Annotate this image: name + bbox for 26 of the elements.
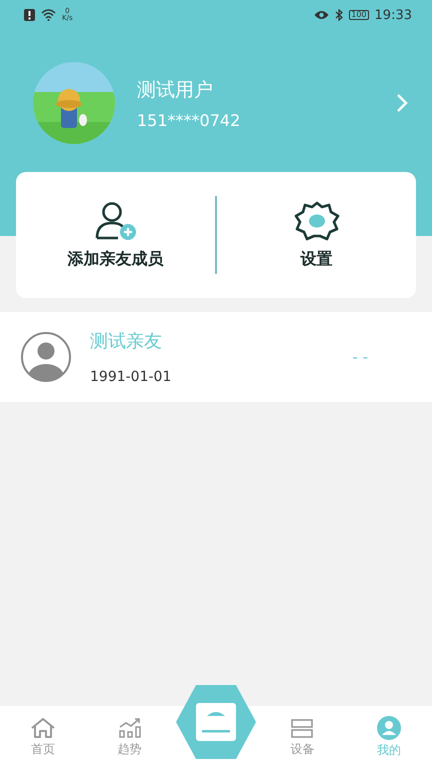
home-icon — [30, 716, 56, 738]
nav-tab[interactable]: 设备 — [259, 716, 346, 758]
eye-icon — [314, 10, 330, 20]
device-icon — [290, 716, 314, 738]
nav-tab[interactable]: 趋势 — [86, 716, 173, 758]
chart-icon — [118, 716, 142, 738]
member-birthday: 1991-01-01 — [90, 369, 172, 385]
avatar-icon — [20, 331, 72, 383]
nav-tab[interactable]: 首页 — [0, 716, 86, 758]
bluetooth-icon — [335, 9, 344, 21]
member-reading: - - — [352, 348, 368, 366]
gear-icon — [294, 200, 340, 240]
member-name: 测试亲友 — [90, 330, 163, 353]
user-name: 测试用户 — [137, 78, 214, 102]
member-row[interactable]: 测试亲友 1991-01-01 - - — [0, 312, 432, 402]
alert-icon — [24, 9, 35, 21]
action-button[interactable]: 添加亲友成员 — [16, 200, 215, 270]
add-person-icon — [94, 200, 138, 240]
phone-number: 151****0742 — [137, 110, 242, 130]
wifi-icon — [41, 9, 56, 21]
clock: 19:33 — [374, 8, 412, 22]
nav-tab[interactable]: 我的 — [346, 716, 432, 758]
chevron-right-icon[interactable] — [396, 93, 408, 113]
person-icon — [376, 716, 401, 740]
battery-indicator: 100 — [349, 10, 369, 20]
action-button[interactable]: 设置 — [217, 200, 416, 270]
